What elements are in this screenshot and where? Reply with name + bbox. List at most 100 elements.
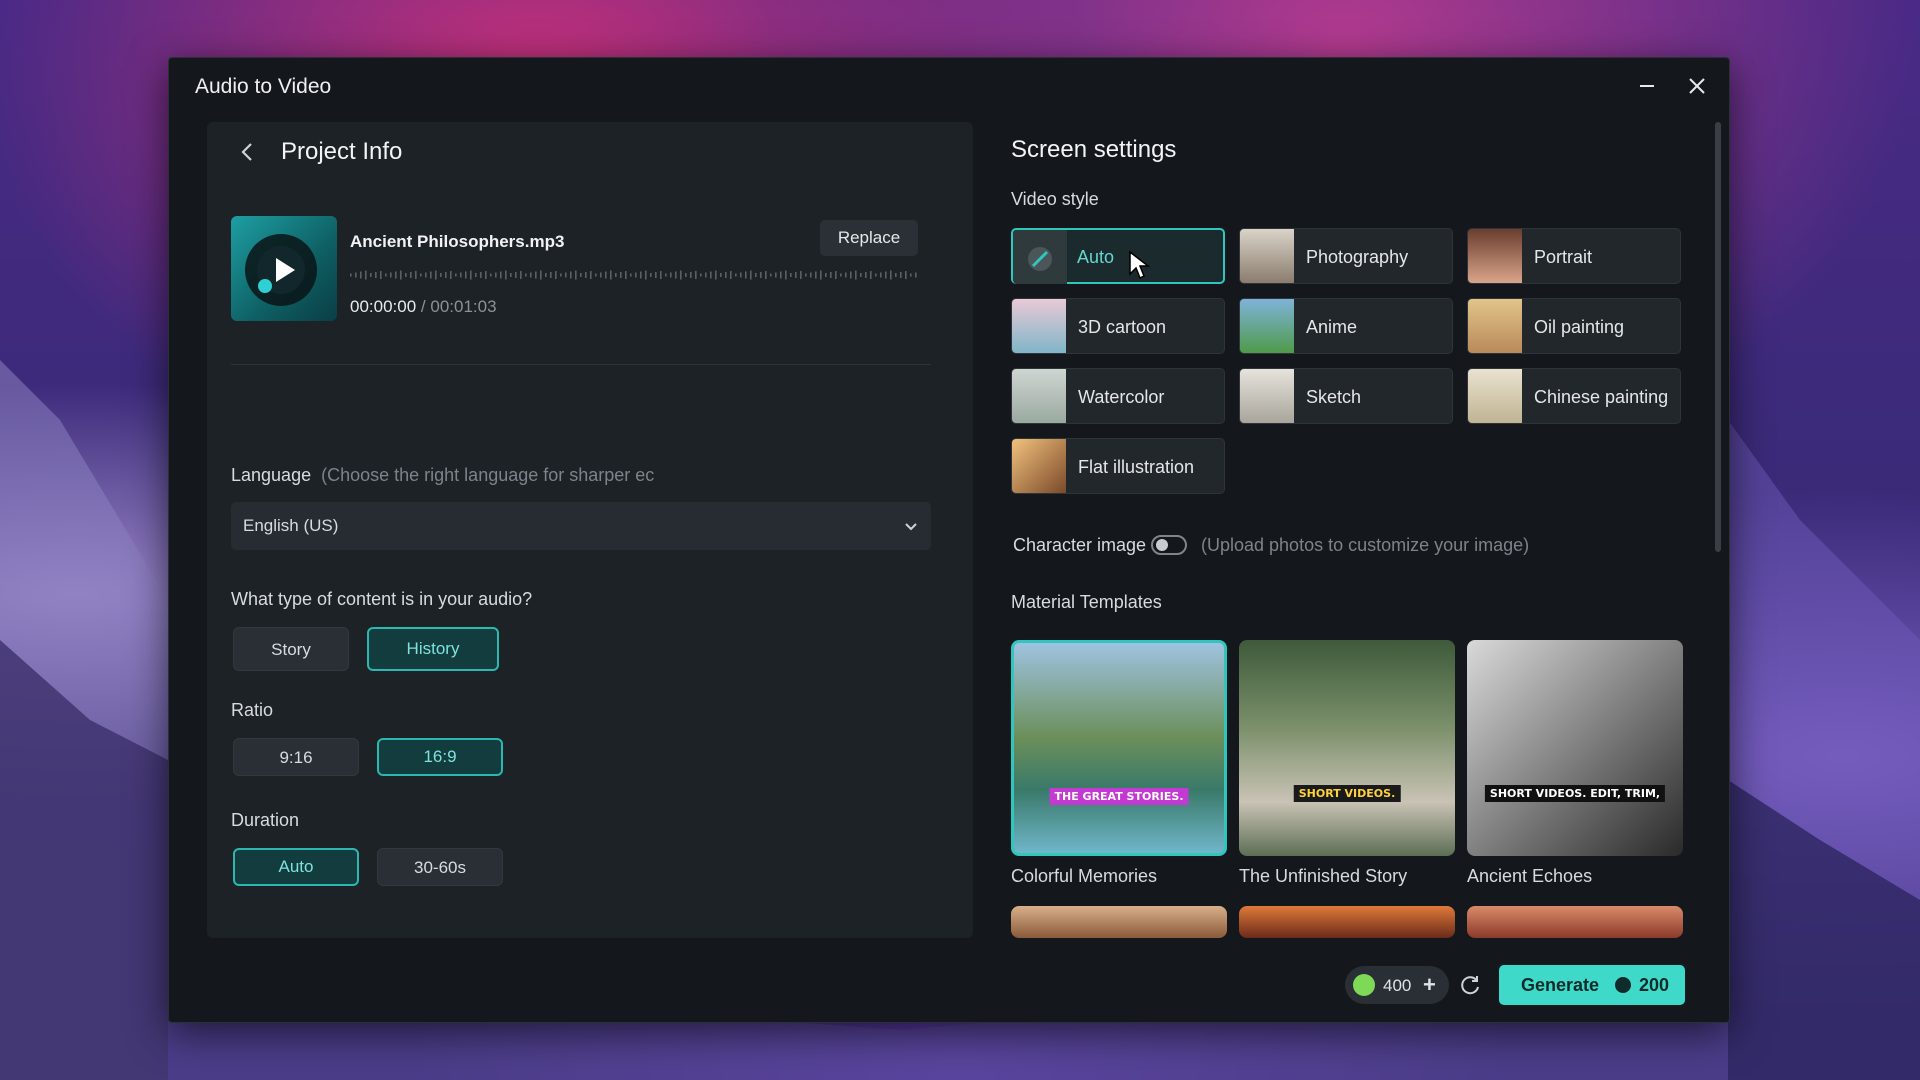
template-ancient-echoes[interactable]: SHORT VIDEOS. EDIT, TRIM, [1467, 640, 1683, 856]
style-anime-thumbnail [1240, 299, 1294, 353]
waveform-bar [545, 273, 547, 277]
style-label: 3D cartoon [1078, 317, 1167, 337]
waveform-bar [820, 270, 822, 280]
window-title: Audio to Video [195, 75, 332, 98]
screen-settings-panel: Screen settings Video style Auto Photogr… [1009, 122, 1689, 938]
content-option-history[interactable]: History [367, 627, 499, 671]
waveform-bar [885, 271, 887, 279]
style-photography[interactable]: Photography [1239, 228, 1453, 284]
duration-option-auto[interactable]: Auto [233, 848, 359, 886]
template-colorful-memories[interactable]: THE GREAT STORIES. [1011, 640, 1227, 856]
style-chinese-painting-thumbnail [1468, 369, 1522, 423]
style-label: Portrait [1534, 247, 1593, 267]
style-3d-cartoon-thumbnail [1012, 299, 1066, 353]
waveform-bar [620, 272, 622, 278]
style-label: Flat illustration [1078, 457, 1195, 477]
waveform-bar [500, 271, 502, 279]
waveform-bar [455, 273, 457, 277]
template-row2-1[interactable] [1011, 906, 1227, 938]
waveform-bar [605, 271, 607, 279]
screen-settings-heading: Screen settings [1011, 136, 1177, 163]
waveform-bar [805, 273, 807, 277]
waveform-bar [800, 271, 802, 279]
waveform-bar [770, 273, 772, 277]
minimize-button[interactable] [1633, 72, 1661, 100]
waveform-bar [420, 273, 422, 277]
coin-icon [1615, 977, 1631, 993]
waveform-bar [510, 273, 512, 277]
waveform-bar [515, 272, 517, 278]
waveform-bar [355, 272, 357, 278]
coin-icon [1353, 974, 1375, 996]
waveform-bar [460, 272, 462, 278]
ratio-option-16-9[interactable]: 16:9 [377, 738, 503, 776]
style-sketch[interactable]: Sketch [1239, 368, 1453, 424]
scrollbar-thumb[interactable] [1715, 122, 1721, 552]
waveform-bar [745, 271, 747, 279]
style-auto-thumbnail [1013, 230, 1067, 284]
waveform-bar [735, 273, 737, 277]
template-row2-3[interactable] [1467, 906, 1683, 938]
language-select[interactable]: English (US) [231, 502, 931, 550]
waveform-bar [600, 272, 602, 278]
close-button[interactable] [1683, 72, 1711, 100]
waveform-bar [445, 272, 447, 278]
ratio-option-9-16[interactable]: 9:16 [233, 738, 359, 776]
style-label: Anime [1306, 317, 1358, 337]
waveform-bar [705, 272, 707, 278]
credits-count: 400 [1383, 976, 1412, 995]
time-separator: / [420, 297, 426, 316]
video-style-label: Video style [1011, 189, 1099, 209]
style-auto[interactable]: Auto [1011, 228, 1225, 284]
template-row2-2[interactable] [1239, 906, 1455, 938]
settings-scrollbar[interactable] [1715, 122, 1721, 938]
waveform-bar [690, 272, 692, 278]
audio-waveform[interactable] [350, 268, 920, 282]
waveform-bar [390, 272, 392, 278]
waveform-bar [810, 272, 812, 278]
template-caption: THE GREAT STORIES. [1049, 788, 1189, 805]
waveform-bar [475, 273, 477, 277]
style-label: Sketch [1306, 387, 1362, 407]
template-the-unfinished-story[interactable]: SHORT VIDEOS. [1239, 640, 1455, 856]
style-3d-cartoon[interactable]: 3D cartoon [1011, 298, 1225, 354]
style-flat-illustration[interactable]: Flat illustration [1011, 438, 1225, 494]
waveform-bar [350, 273, 352, 277]
style-chinese-painting[interactable]: Chinese painting [1467, 368, 1681, 424]
waveform-bar [425, 272, 427, 278]
style-anime[interactable]: Anime [1239, 298, 1453, 354]
waveform-bar [365, 270, 367, 280]
back-button[interactable] [231, 136, 263, 168]
waveform-bar [435, 270, 437, 280]
audio-file-name: Ancient Philosophers.mp3 [350, 232, 565, 251]
style-label: Auto [1077, 247, 1115, 267]
replace-button[interactable]: Replace [820, 220, 918, 256]
waveform-bar [700, 273, 702, 277]
waveform-bar [780, 271, 782, 279]
style-photography-thumbnail [1240, 229, 1294, 283]
generate-button[interactable]: Generate 200 [1499, 965, 1685, 1005]
style-oil-painting[interactable]: Oil painting [1467, 298, 1681, 354]
language-label-row: Language (Choose the right language for … [231, 465, 654, 486]
style-watercolor[interactable]: Watercolor [1011, 368, 1225, 424]
character-image-toggle[interactable] [1151, 535, 1187, 555]
waveform-bar [380, 271, 382, 279]
duration-option-30-60s[interactable]: 30-60s [377, 848, 503, 886]
waveform-bar [405, 273, 407, 277]
waveform-bar [845, 272, 847, 278]
refresh-icon[interactable] [1457, 972, 1483, 998]
waveform-bar [535, 271, 537, 279]
template-name: Ancient Echoes [1467, 866, 1593, 886]
waveform-bar [650, 273, 652, 277]
waveform-bar [755, 273, 757, 277]
credits-balance[interactable]: 400 + [1345, 966, 1449, 1004]
style-label: Chinese painting [1534, 387, 1669, 407]
content-option-story[interactable]: Story [233, 627, 349, 671]
waveform-bar [750, 270, 752, 280]
waveform-bar [385, 273, 387, 277]
style-portrait[interactable]: Portrait [1467, 228, 1681, 284]
waveform-bar [580, 273, 582, 277]
plus-icon: + [1423, 972, 1436, 997]
waveform-bar [815, 271, 817, 279]
material-templates-label: Material Templates [1011, 592, 1162, 612]
